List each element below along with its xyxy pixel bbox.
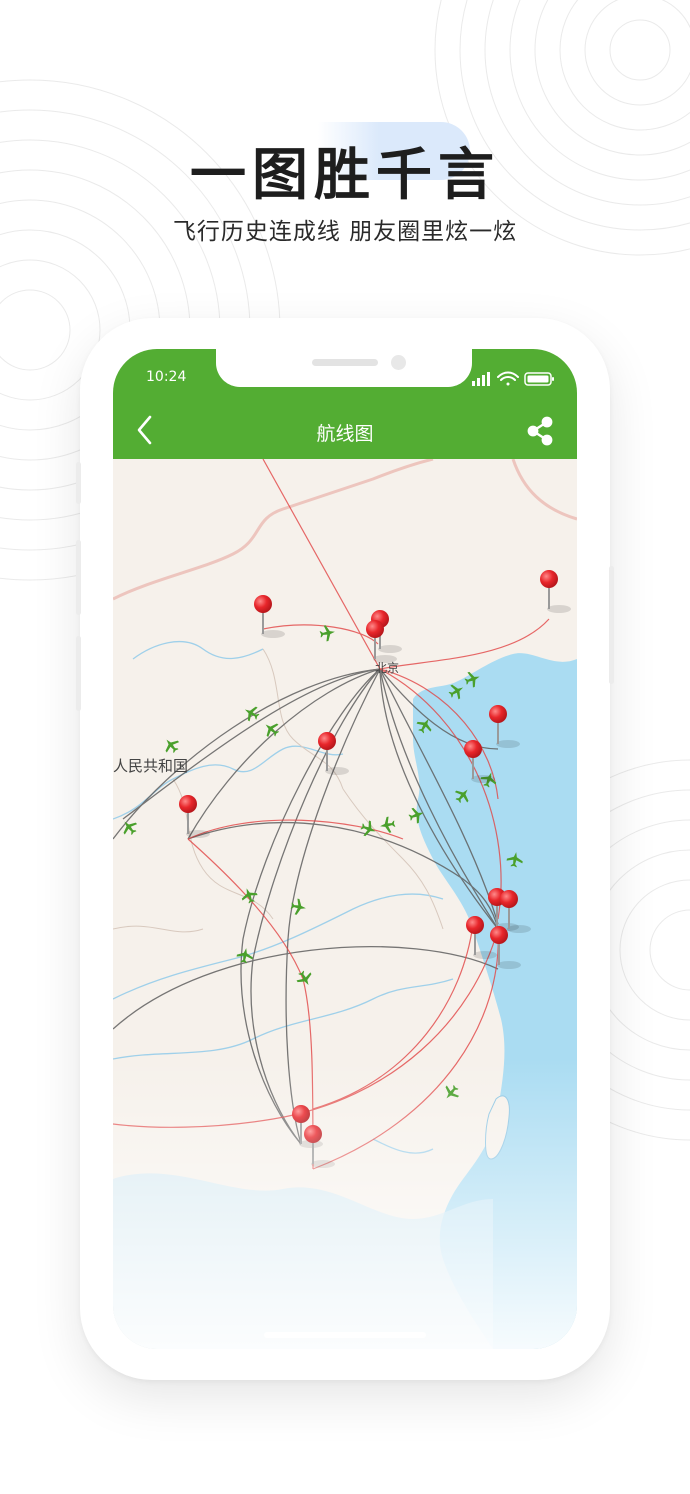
wifi-icon (497, 371, 519, 386)
headline: 一图胜千言 (190, 143, 500, 208)
page-title: 航线图 (316, 423, 374, 445)
phone-power-button (609, 566, 614, 684)
status-time: 10:24 (146, 369, 187, 385)
phone-side-button (76, 462, 81, 504)
signal-icon (472, 372, 490, 386)
route-map[interactable] (113, 459, 577, 1349)
status-icons (472, 371, 554, 386)
phone-volume-down (76, 636, 81, 711)
map-bottom-fade (113, 1059, 577, 1349)
notch-speaker (312, 359, 378, 366)
subheadline: 飞行历史连成线 朋友圈里炫一炫 (172, 219, 518, 245)
map-label-hub-city: 北京 (375, 661, 400, 675)
map-label-country: 人民共和国 (113, 757, 189, 775)
phone-volume-up (76, 540, 81, 615)
home-indicator[interactable] (264, 1332, 426, 1338)
notch-camera (391, 355, 406, 370)
share-icon[interactable] (525, 415, 555, 447)
battery-icon (524, 372, 554, 386)
phone-screen: 人民共和国 北京 10:24 航线图 (113, 349, 577, 1349)
device-notch (216, 349, 472, 387)
